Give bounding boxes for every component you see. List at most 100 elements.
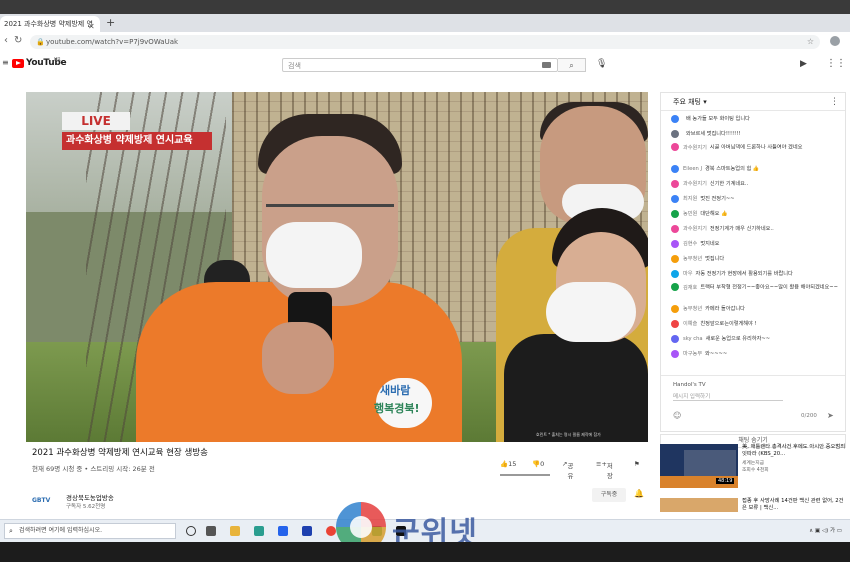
url-input[interactable]: 🔒 youtube.com/watch?v=P7j9vOWaUak ☆ [30,35,820,49]
chat-text: 트랙터 부착형 전정기~~좋아요~~많이 활용 해야되겠네요~~ [700,284,838,291]
screen: 2021 과수화상병 약제방제 연 ✕ + ‹ ↻ 🔒 youtube.com/… [0,14,850,542]
edge-icon[interactable] [254,526,264,536]
chat-message: 과수원지기 전정기계가 매우 신기하네요.. [671,223,843,235]
url-text: youtube.com/watch?v=P7j9vOWaUak [46,38,179,46]
lock-icon: 🔒 [36,38,45,46]
live-badge: LIVE [62,112,130,130]
monitor-bezel-bottom [0,542,850,562]
chat-avatar [671,114,679,123]
recommended-title[interactable]: 접종 후 사망사례 14건판 백신 관련 없어, 2건은 보류 | 백신... [742,498,846,512]
task-view-icon[interactable] [206,526,216,536]
channel-name[interactable]: 경상북도농업방송 [66,492,114,502]
chat-text: 멋집니다 [705,256,725,262]
subscribe-button[interactable]: 구독중 [592,488,626,502]
emoji-icon[interactable]: ☺ [673,411,681,420]
search-placeholder: 검색 [288,62,301,70]
chrome-icon[interactable] [326,526,336,536]
thumbnail-image [684,450,736,476]
live-chat-panel: 주요 채팅 ▾ ⋮ 배 농가들 모두 화이팅 입니다 와브르세 멋집니다!!!!… [660,92,846,432]
dislike-button[interactable]: 👎 0 [532,460,544,468]
recommended-channel-name: 세계는지금 [742,461,765,466]
chat-message: 농부청년 카메라 돌아갑니다 [671,303,843,315]
like-ratio-bar [500,474,550,476]
store-icon[interactable] [278,526,288,536]
search-icon: ⌕ [9,527,13,535]
chat-message-list: 배 농가들 모두 화이팅 입니다 와브르세 멋집니다!!!!!!! 과수원지기 시… [661,113,845,373]
video-player[interactable]: 새바람 행복경북! LIVE 과수화상병 약제방제 연시교육 호린트 * 출처는… [26,92,648,442]
chat-avatar [671,319,679,328]
chat-text: 와~~~~ [705,351,728,357]
chat-text: 전정기계가 매우 신기하네요.. [709,226,774,232]
system-tray[interactable]: ∧ ▣ ◁) 가 ▭ [809,526,842,534]
recommended-video[interactable]: 48:19 美, 애틀랜타 총격사건 후에도 아시안 증오범죄 잇따라 (KBS… [660,444,846,490]
recommended-meta: 조회수 4천회 [742,468,769,473]
chat-text: 멋지네요 [700,241,720,247]
chat-message: 농부청년 멋집니다 [671,253,843,265]
recommended-thumbnail[interactable]: 48:19 [660,444,738,488]
save-button[interactable]: ≡+ 저장 [596,460,613,480]
chat-avatar [671,129,679,138]
taskbar-search-input[interactable]: ⌕ 검색하려면 여기에 입력하십시오. [4,523,176,539]
new-tab-icon[interactable]: + [106,16,115,29]
share-button[interactable]: ↗ 공유 [562,460,573,480]
channel-logo[interactable]: GBTV [32,497,56,509]
chat-author: sky cha [683,336,703,342]
video-speaker-hand [262,322,334,394]
close-icon[interactable]: ✕ [88,19,95,32]
chat-avatar [671,143,679,151]
chat-avatar [671,269,679,278]
chat-avatar [671,209,679,218]
chat-author: 과수원지기 [683,226,707,232]
chat-text: 시골 아버님댁에 드론하나 사들여야 겠네요 [709,144,803,151]
chat-author: 김현수 [683,241,698,247]
browser-tab[interactable]: 2021 과수화상병 약제방제 연 ✕ [0,16,100,32]
badge-line-1: 새바람 [380,384,411,397]
video-woman-mask [546,282,636,342]
chat-text: 멋진 전정기~~ [700,196,735,202]
taskbar-search-placeholder: 검색하려면 여기에 입력하십시오. [19,527,103,534]
chat-message: Eileen J 경북 스마트농업의 힘 👍 [671,163,843,175]
more-options-icon[interactable]: ⋮ [830,93,839,111]
star-icon[interactable]: ☆ [807,35,814,49]
chat-author: 김재호 [683,284,698,291]
video-meta: 현재 69명 시청 중 • 스트리밍 시작: 26분 전 [32,465,155,473]
like-button[interactable]: 👍 15 [500,460,516,468]
send-icon[interactable]: ➤ [827,411,834,420]
menu-icon[interactable]: ≡ [2,58,9,67]
apps-grid-icon[interactable]: ⋮⋮ [826,58,846,69]
chat-text: 경북 스마트농업의 힘 👍 [705,166,760,172]
mail-icon[interactable] [302,526,312,536]
monitor-bezel-top [0,0,850,14]
chat-avatar [671,224,679,233]
chat-author: 농부청년 [683,306,703,312]
chat-mode-selector[interactable]: 주요 채팅 ▾ [673,98,707,106]
chat-text: 배 농가들 모두 화이팅 입니다 [686,116,750,122]
cortana-icon[interactable] [186,526,196,536]
chat-message: 이예슬 친정앞으로는이렇게해야 ! [671,318,843,330]
search-button[interactable]: ⌕ [558,58,586,72]
chat-avatar [671,283,679,291]
chat-header[interactable]: 주요 채팅 ▾ ⋮ [661,93,845,111]
search-input[interactable]: 검색 [282,58,558,72]
file-explorer-icon[interactable] [230,526,240,536]
chat-avatar [671,334,679,343]
recommended-channel: 세계는지금조회수 4천회 [742,460,769,474]
video-title: 2021 과수화상병 약제방제 연시교육 현장 생방송 [32,448,208,458]
reload-icon[interactable]: ↻ [14,35,22,46]
recommended-title[interactable]: 美, 애틀랜타 총격사건 후에도 아시안 증오범죄 잇따라 (KBS_20... [742,444,846,458]
back-icon[interactable]: ‹ [4,35,8,46]
chat-text: 와브르세 멋집니다!!!!!!! [686,131,741,137]
microphone-icon[interactable]: 🎙 [596,59,607,69]
chat-avatar [671,304,679,313]
create-video-icon[interactable]: ▶ [800,59,807,69]
youtube-logo-icon[interactable] [12,59,24,68]
chat-input[interactable]: 메시지 입력하기 [673,392,783,401]
keyboard-icon[interactable] [542,62,551,68]
chat-message: 마구농부 와~~~~ [671,348,843,360]
profile-avatar[interactable] [830,36,840,46]
recommended-thumbnail[interactable] [660,498,738,512]
chat-char-count: 0/200 [801,413,817,419]
chat-author: Eileen J [683,166,703,172]
bell-icon[interactable]: 🔔 [634,489,644,498]
report-flag-icon[interactable]: ⚑ [634,460,640,468]
